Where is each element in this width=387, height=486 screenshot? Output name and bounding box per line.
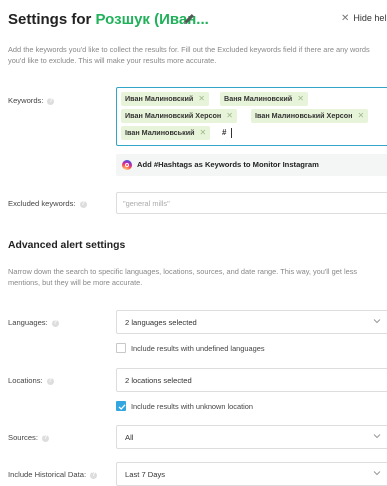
locations-value: 2 locations selected [125,376,192,385]
languages-select[interactable]: 2 languages selected [116,310,387,334]
close-icon[interactable]: ✕ [198,94,205,103]
help-icon[interactable]: ? [90,471,98,479]
historical-data-value: Last 7 Days [125,470,166,479]
close-icon[interactable]: ✕ [297,94,304,103]
undefined-languages-label: Include results with undefined languages [131,344,265,353]
keyword-tag-label: Иван Малиновский [125,94,194,103]
historical-data-select[interactable]: Last 7 Days [116,462,387,486]
keyword-tag: Иван Малиновский ✕ [121,92,209,106]
help-icon[interactable]: ? [79,200,87,208]
sources-select[interactable]: All [116,425,387,449]
keyword-tag: Іван Малиновський Херсон ✕ [251,109,369,123]
keyword-tag-label: Іван Малиновський Херсон [255,111,353,120]
keyword-tag: Ваня Малиновский ✕ [220,92,308,106]
keywords-label: Keywords:? [8,96,55,105]
close-icon[interactable]: ✕ [357,111,364,120]
sources-value: All [125,433,134,442]
excluded-keywords-label-text: Excluded keywords: [8,199,76,208]
add-hashtags-label: Add #Hashtags as Keywords to Monitor Ins… [137,160,319,169]
page-title: Settings for Розшук (Иван... [8,11,209,28]
chevron-down-icon [373,434,381,439]
help-icon[interactable]: ? [41,434,49,442]
chevron-down-icon [373,319,381,324]
languages-label: Languages:? [8,318,59,327]
keyword-tag: Иван Малиновский Херсон ✕ [121,109,237,123]
unknown-location-checkbox[interactable] [116,401,126,411]
sources-label-text: Sources: [8,433,38,442]
sources-label: Sources:? [8,433,49,442]
title-prefix: Settings for [8,11,92,28]
close-icon[interactable]: ✕ [226,111,233,120]
unknown-location-label: Include results with unknown location [131,402,254,411]
text-caret [231,128,232,138]
close-icon[interactable]: ✕ [200,128,207,137]
historical-data-label-text: Include Historical Data: [8,470,87,479]
close-icon: ✕ [341,13,350,24]
pencil-icon[interactable] [182,12,196,26]
help-icon[interactable]: ? [46,377,54,385]
hide-help-label: Hide help [353,13,387,23]
keyword-tag: Іван Малиновський ✕ [121,126,211,140]
languages-label-text: Languages: [8,318,48,327]
keyword-tag-label: Иван Малиновский Херсон [125,111,222,120]
excluded-keywords-input[interactable] [117,193,387,214]
keyword-typed-text[interactable]: # [222,128,226,137]
keyword-tag-label: Іван Малиновський [125,128,195,137]
hide-help-button[interactable]: ✕Hide help [341,13,387,24]
instagram-icon [122,160,132,170]
locations-select[interactable]: 2 locations selected [116,368,387,392]
historical-data-label: Include Historical Data:? [8,470,98,479]
excluded-keywords-label: Excluded keywords:? [8,199,87,208]
languages-value: 2 languages selected [125,318,197,327]
keyword-tag-label: Ваня Малиновский [224,94,293,103]
keywords-label-text: Keywords: [8,96,44,105]
locations-label-text: Locations: [8,376,43,385]
keywords-input[interactable]: Иван Малиновский ✕ Ваня Малиновский ✕ Иван… [116,87,387,146]
undefined-languages-checkbox[interactable] [116,343,126,353]
intro-description: Add the keywords you'd like to collect t… [8,45,370,65]
locations-label: Locations:? [8,376,54,385]
excluded-keywords-field[interactable] [116,192,387,214]
add-hashtags-button[interactable]: Add #Hashtags as Keywords to Monitor Ins… [116,154,387,176]
checkmark-icon [118,404,126,410]
advanced-settings-description: Narrow down the search to specific langu… [8,267,358,287]
chevron-down-icon [373,471,381,476]
advanced-settings-title: Advanced alert settings [8,240,126,251]
help-icon[interactable]: ? [47,97,55,105]
help-icon[interactable]: ? [51,319,59,327]
